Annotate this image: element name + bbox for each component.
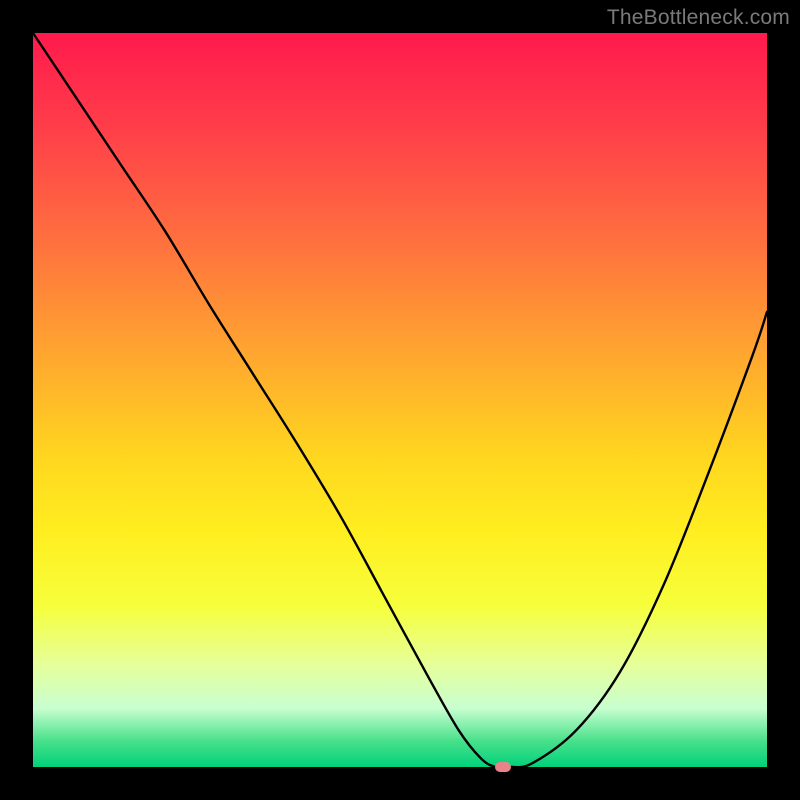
plot-area — [33, 33, 767, 767]
chart-frame: TheBottleneck.com — [0, 0, 800, 800]
bottleneck-curve — [33, 33, 767, 767]
watermark-text: TheBottleneck.com — [607, 6, 790, 30]
optimal-marker — [495, 762, 511, 772]
